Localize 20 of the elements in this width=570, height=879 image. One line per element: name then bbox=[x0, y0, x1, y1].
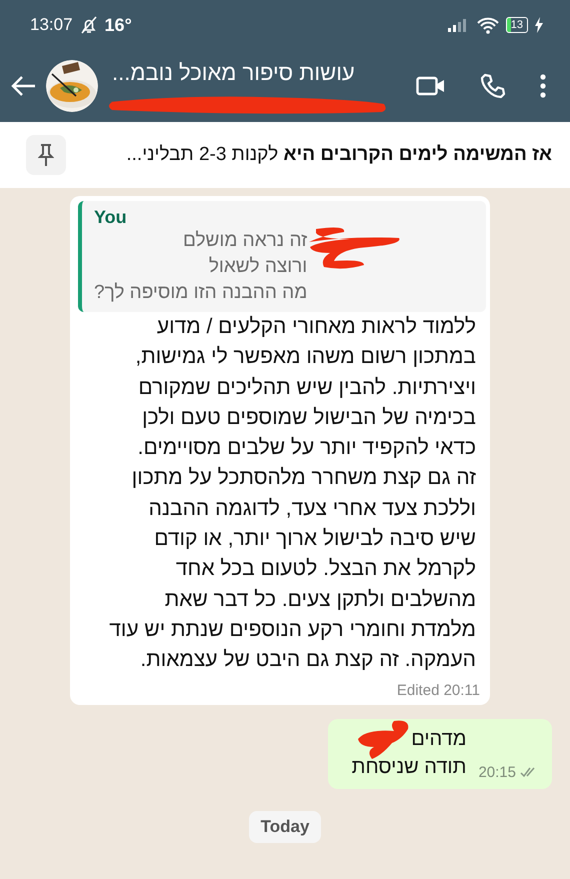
phone-icon[interactable] bbox=[480, 73, 506, 99]
status-time: 13:07 bbox=[30, 15, 73, 35]
quote-author: You bbox=[94, 207, 128, 228]
pin-button[interactable] bbox=[26, 135, 66, 175]
back-arrow-icon bbox=[11, 75, 37, 97]
charging-icon bbox=[534, 17, 544, 33]
video-call-icon[interactable] bbox=[416, 75, 446, 97]
temperature: 16° bbox=[104, 14, 132, 36]
menu-icon[interactable] bbox=[540, 74, 546, 98]
date-chip: Today bbox=[248, 810, 322, 843]
wifi-icon bbox=[476, 16, 500, 34]
message-text: מדהים תודה שניסחת bbox=[352, 724, 466, 781]
battery-level: 13 bbox=[506, 17, 528, 33]
message-text: ללמוד לראות מאחורי הקלעים / מדוע במתכון רשום משהו מאפשר לי גמישות, ויצירתיות. להבין שיש תהליכים שמקורם בכימיה של הבישול שמוספים טעם ולכן כדאי להקפיד יותר על שלבים מסויימים. זה גם קצת משחרר מלהסתכל על מתכון וללכת צעד אחרי צעד, לדוגמה ההבנה שיש סיבה לבישול ארוך יותר, או קודם לקרמל את הבצל. לטעום בכל אחד מהשלבים ולתקן צעים. כל דבר שאת מלמדת וחומרי רקע הנוספים שנתת יש עוד העמקה. זה קצת גם היבט של עצמאות. bbox=[108, 314, 477, 674]
muted-bell-icon bbox=[78, 15, 99, 35]
message-time: Edited 20:11 bbox=[396, 680, 481, 699]
chat-title[interactable]: עושות סיפור מאוכל נובמ... bbox=[112, 60, 355, 86]
pin-icon bbox=[38, 143, 54, 167]
quote-text: זה נראה מושלם ורוצה לשאול מה ההבנה הזו מוסיפה לך? bbox=[94, 229, 308, 305]
message-time: 20:15 bbox=[478, 764, 516, 781]
